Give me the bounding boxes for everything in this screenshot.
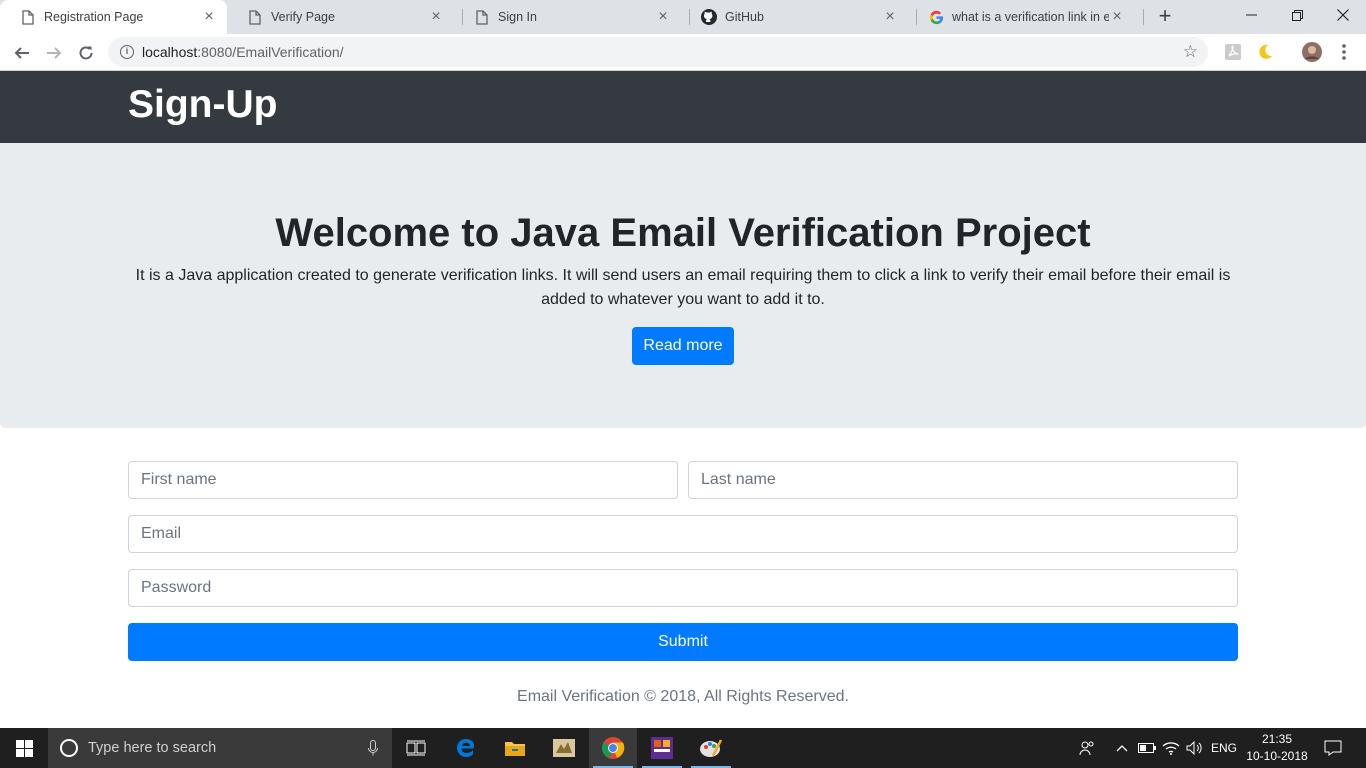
browser-menu-icon[interactable]	[1336, 43, 1352, 61]
battery-icon[interactable]	[1136, 728, 1158, 768]
submit-button[interactable]: Submit	[128, 623, 1238, 661]
hero-jumbotron: Welcome to Java Email Verification Proje…	[0, 143, 1366, 428]
tab-label: Sign In	[498, 10, 537, 24]
close-tab-icon[interactable]: ×	[201, 9, 217, 25]
last-name-input[interactable]	[688, 461, 1238, 499]
taskbar-search-box[interactable]: Type here to search	[48, 728, 392, 768]
moon-extension-icon[interactable]	[1256, 43, 1274, 61]
clock-time: 21:35	[1261, 732, 1293, 746]
url-text: localhost:8080/EmailVerification/	[142, 44, 344, 60]
pdf-extension-icon[interactable]	[1224, 43, 1242, 61]
tab-label: Registration Page	[44, 10, 144, 24]
tab-google-search[interactable]: what is a verification link in em ×	[908, 0, 1135, 34]
close-tab-icon[interactable]: ×	[882, 9, 898, 25]
taskbar-search-placeholder: Type here to search	[88, 740, 217, 756]
first-name-input[interactable]	[128, 461, 678, 499]
file-explorer-icon[interactable]	[491, 728, 539, 768]
page-icon	[247, 9, 263, 25]
wifi-icon[interactable]	[1160, 728, 1182, 768]
tab-registration-page[interactable]: Registration Page ×	[0, 0, 227, 34]
close-tab-icon[interactable]: ×	[428, 9, 444, 25]
cortana-icon	[60, 739, 78, 757]
paint-app-icon[interactable]	[687, 728, 735, 768]
url-host: localhost	[142, 44, 198, 60]
profile-avatar[interactable]	[1302, 42, 1322, 62]
restore-icon[interactable]	[1274, 0, 1320, 30]
address-bar[interactable]: i localhost:8080/EmailVerification/ ☆	[108, 37, 1208, 67]
browser-tab-strip: Registration Page × Verify Page × Sign I…	[0, 0, 1366, 34]
action-center-icon[interactable]	[1318, 728, 1348, 768]
back-arrow-icon[interactable]	[9, 40, 35, 66]
clock-date: 10-10-2018	[1246, 749, 1308, 763]
input-language-indicator[interactable]: ENG	[1208, 728, 1240, 768]
edge-browser-icon[interactable]	[442, 728, 490, 768]
password-input[interactable]	[128, 569, 1238, 607]
chrome-icon[interactable]	[589, 728, 637, 768]
people-icon[interactable]	[1076, 728, 1098, 768]
new-tab-icon[interactable]: +	[1153, 5, 1177, 29]
ide-app-icon[interactable]	[638, 728, 686, 768]
email-input[interactable]	[128, 515, 1238, 553]
tab-sign-in[interactable]: Sign In ×	[454, 0, 681, 34]
volume-icon[interactable]	[1184, 728, 1206, 768]
tab-label: Verify Page	[271, 10, 335, 24]
page-icon	[474, 9, 490, 25]
show-hidden-icons-chevron-icon[interactable]	[1112, 728, 1132, 768]
task-view-icon[interactable]	[392, 728, 440, 768]
site-info-icon[interactable]: i	[120, 45, 134, 59]
reload-icon[interactable]	[73, 40, 99, 66]
tab-label: what is a verification link in em	[952, 10, 1109, 24]
url-path: :8080/EmailVerification/	[197, 44, 344, 60]
forward-arrow-icon[interactable]	[41, 40, 67, 66]
site-footer: Email Verification © 2018, All Rights Re…	[517, 688, 849, 705]
windows-taskbar: Type here to search ENG 21:35 10-10-2018	[0, 728, 1366, 768]
browser-toolbar: i localhost:8080/EmailVerification/ ☆	[0, 34, 1366, 71]
hero-description: It is a Java application created to gene…	[135, 267, 1231, 308]
tab-github[interactable]: GitHub ×	[681, 0, 908, 34]
tab-divider	[1143, 9, 1144, 25]
github-icon	[701, 9, 717, 25]
windows-start-icon[interactable]	[0, 728, 48, 768]
site-brand[interactable]: Sign-Up	[128, 83, 277, 127]
close-window-icon[interactable]	[1320, 0, 1366, 30]
microphone-icon[interactable]	[368, 740, 378, 761]
tomcat-app-icon[interactable]	[540, 728, 588, 768]
minimize-icon[interactable]	[1228, 0, 1274, 30]
hero-title: Welcome to Java Email Verification Proje…	[275, 211, 1091, 255]
tab-verify-page[interactable]: Verify Page ×	[227, 0, 454, 34]
google-icon	[928, 9, 944, 25]
taskbar-clock[interactable]: 21:35 10-10-2018	[1240, 731, 1314, 765]
close-tab-icon[interactable]: ×	[655, 9, 671, 25]
read-more-button[interactable]: Read more	[632, 327, 734, 365]
close-tab-icon[interactable]: ×	[1109, 9, 1125, 25]
tab-label: GitHub	[725, 10, 764, 24]
site-navbar: Sign-Up	[0, 71, 1366, 143]
bookmark-star-icon[interactable]: ☆	[1183, 42, 1198, 62]
page-icon	[20, 9, 36, 25]
